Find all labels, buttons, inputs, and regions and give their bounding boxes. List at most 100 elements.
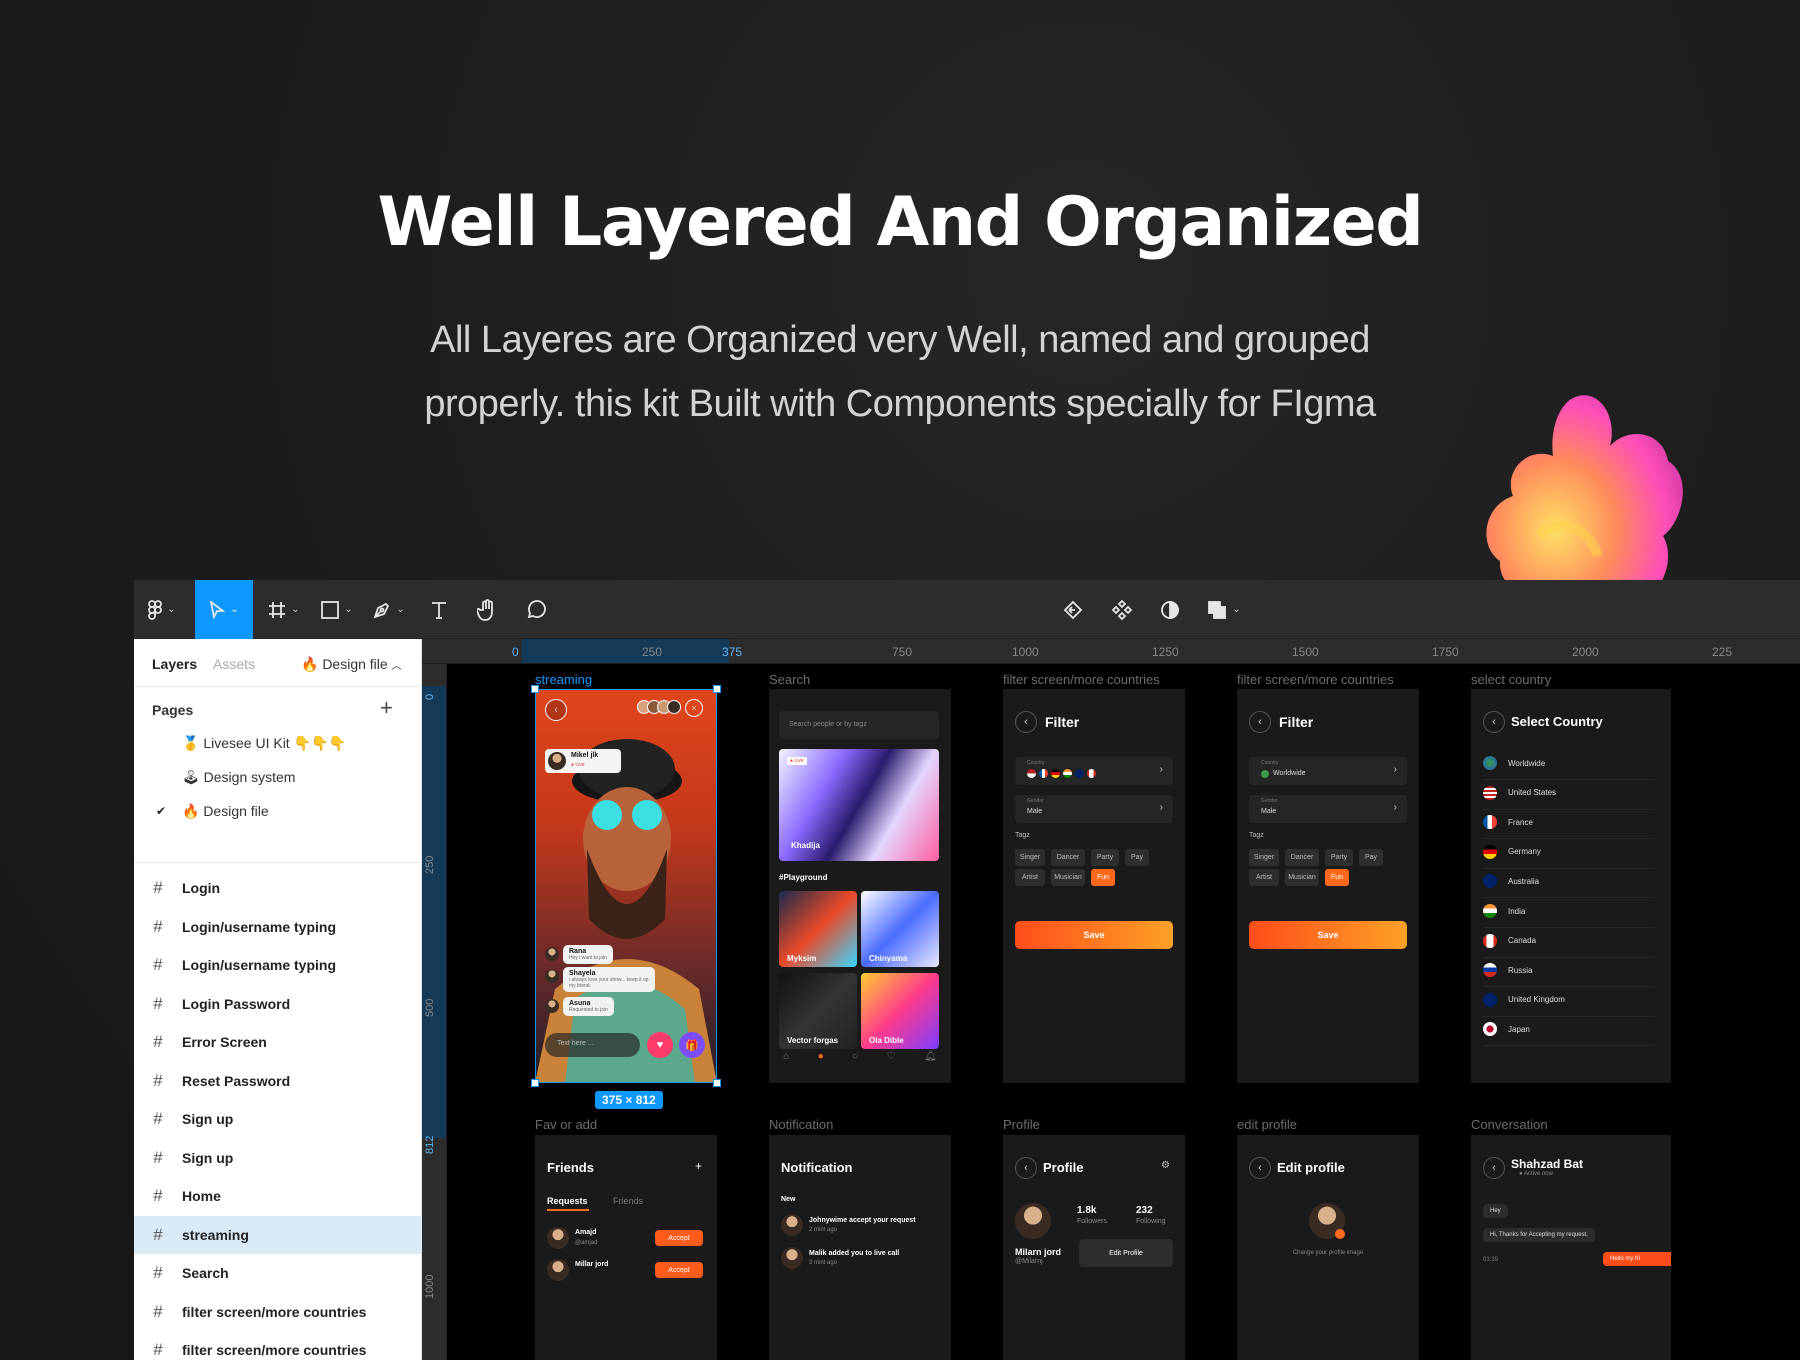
figma-menu-icon[interactable]: ⌄	[142, 580, 182, 639]
frame-label[interactable]: edit profile	[1237, 1117, 1297, 1132]
tab-layers[interactable]: Layers	[152, 656, 197, 672]
shape-tool-icon[interactable]: ⌄	[314, 580, 360, 639]
tab-requests[interactable]: Requests	[547, 1196, 588, 1206]
country-row[interactable]: United States	[1483, 777, 1655, 810]
contrast-icon[interactable]	[1152, 580, 1188, 639]
country-row[interactable]: France	[1483, 806, 1655, 840]
home-icon[interactable]: ⌂	[783, 1051, 789, 1062]
tag-chip[interactable]: Artist	[1249, 869, 1279, 886]
tab-assets[interactable]: Assets	[213, 656, 255, 672]
layer-item[interactable]: # Sign up	[134, 1139, 422, 1177]
canvas[interactable]: streaming Search filter screen/more countr…	[447, 664, 1800, 1360]
tag-chip[interactable]: Pay	[1125, 849, 1149, 866]
frame-label[interactable]: Profile	[1003, 1117, 1040, 1132]
frame-notification[interactable]: Notification New Johnywime accept your r…	[769, 1135, 951, 1360]
bell-icon[interactable]: 🔔︎	[924, 1051, 937, 1062]
country-row[interactable]: United Kingdom	[1483, 984, 1655, 1017]
accept-button[interactable]: Accept	[655, 1230, 703, 1246]
gender-field[interactable]: Gender Male ›	[1015, 795, 1173, 823]
resize-handle[interactable]	[713, 1079, 721, 1087]
stream-card[interactable]: Chinyama	[861, 891, 939, 967]
frame-label[interactable]: Search	[769, 672, 810, 687]
frame-filter-1[interactable]: ‹ Filter Country › Gender Male › Tagz Sa…	[1003, 689, 1185, 1083]
heart-icon[interactable]: ♡	[887, 1051, 896, 1062]
page-item[interactable]: 🕹 Design system	[182, 769, 295, 786]
country-row[interactable]: India	[1483, 895, 1655, 928]
layer-item[interactable]: # Login/username typing	[134, 946, 422, 984]
layer-item[interactable]: # Search	[134, 1254, 422, 1292]
layer-item[interactable]: # filter screen/more countries	[134, 1293, 422, 1331]
add-friend-icon[interactable]: +	[695, 1159, 702, 1173]
country-row[interactable]: Worldwide	[1483, 747, 1655, 780]
page-item[interactable]: 🥇 Livesee UI Kit 👇👇👇	[182, 735, 346, 752]
hand-tool-icon[interactable]	[467, 580, 507, 639]
frame-select-country[interactable]: ‹ Select Country Worldwide United States F…	[1471, 689, 1671, 1083]
featured-stream-card[interactable]: ● Live Khadija	[779, 749, 939, 861]
back-icon[interactable]: ‹	[1015, 711, 1037, 733]
components-icon[interactable]	[1104, 580, 1140, 639]
layer-item[interactable]: # Login	[134, 869, 422, 907]
pen-tool-icon[interactable]: ⌄	[366, 580, 412, 639]
frame-friends[interactable]: Friends + Requests Friends Amajd @amjad Ac…	[535, 1135, 717, 1360]
frame-conversation[interactable]: ‹ Shahzad Bat ● Active now Hey Hi, Thank…	[1471, 1135, 1671, 1360]
resize-handle[interactable]	[531, 1079, 539, 1087]
frame-label[interactable]: Conversation	[1471, 1117, 1548, 1132]
tag-chip[interactable]: Artist	[1015, 869, 1045, 886]
resize-handle[interactable]	[531, 685, 539, 693]
frame-edit-profile[interactable]: ‹ Edit profile Change your profile image	[1237, 1135, 1419, 1360]
layer-item[interactable]: # Sign up	[134, 1100, 422, 1138]
back-icon[interactable]: ‹	[1483, 711, 1505, 733]
frame-filter-2[interactable]: ‹ Filter Country Worldwide › Gender Male…	[1237, 689, 1419, 1083]
frame-profile[interactable]: ‹ Profile ⚙ 1.8k Followers 232 Following…	[1003, 1135, 1185, 1360]
tag-chip[interactable]: Fun	[1091, 869, 1115, 886]
layer-item[interactable]: # Login/username typing	[134, 908, 422, 946]
text-tool-icon[interactable]	[421, 580, 457, 639]
country-row[interactable]: Canada	[1483, 925, 1655, 958]
layer-item[interactable]: # Error Screen	[134, 1023, 422, 1061]
frame-label[interactable]: streaming	[535, 672, 592, 687]
tag-chip[interactable]: Singer	[1249, 849, 1279, 866]
chat-icon[interactable]: ○	[852, 1051, 858, 1062]
tag-chip[interactable]: Party	[1091, 849, 1119, 866]
tag-chip[interactable]: Musician	[1051, 869, 1085, 886]
save-button[interactable]: Save	[1015, 921, 1173, 949]
layer-item[interactable]: # Login Password	[134, 985, 422, 1023]
component-reset-icon[interactable]	[1055, 580, 1091, 639]
frame-label[interactable]: Fav or add	[535, 1117, 597, 1132]
stream-card[interactable]: Vector forgas	[779, 973, 857, 1049]
back-icon[interactable]: ‹	[1249, 1157, 1271, 1179]
save-button[interactable]: Save	[1249, 921, 1407, 949]
search-input[interactable]: Search people or by tagz	[779, 711, 939, 739]
layer-item[interactable]: # streaming	[134, 1215, 422, 1254]
stream-card[interactable]: Ola Dible	[861, 973, 939, 1049]
country-field[interactable]: Country Worldwide ›	[1249, 757, 1407, 785]
country-row[interactable]: Germany	[1483, 836, 1655, 869]
tag-chip[interactable]: Singer	[1015, 849, 1045, 866]
accept-button[interactable]: Accept	[655, 1262, 703, 1278]
country-row[interactable]: Russia	[1483, 954, 1655, 988]
live-icon[interactable]: ●	[818, 1051, 824, 1062]
frame-search[interactable]: Search people or by tagz ● Live Khadija …	[769, 689, 951, 1083]
frame-label[interactable]: Notification	[769, 1117, 833, 1132]
tag-chip[interactable]: Party	[1325, 849, 1353, 866]
back-icon[interactable]: ‹	[1249, 711, 1271, 733]
tag-chip[interactable]: Fun	[1325, 869, 1349, 886]
frame-tool-icon[interactable]: ⌄	[261, 580, 307, 639]
layer-item[interactable]: # Reset Password	[134, 1062, 422, 1100]
tag-chip[interactable]: Dancer	[1051, 849, 1085, 866]
frame-label[interactable]: filter screen/more countries	[1003, 672, 1160, 687]
page-item[interactable]: 🔥 Design file	[182, 803, 269, 820]
layer-item[interactable]: # Home	[134, 1177, 422, 1215]
boolean-icon[interactable]: ⌄	[1200, 580, 1248, 639]
add-page-icon[interactable]: +	[380, 695, 393, 721]
back-icon[interactable]: ‹	[1015, 1157, 1037, 1179]
resize-handle[interactable]	[713, 685, 721, 693]
comment-tool-icon[interactable]	[516, 580, 556, 639]
tag-chip[interactable]: Pay	[1359, 849, 1383, 866]
country-field[interactable]: Country ›	[1015, 757, 1173, 785]
frame-label[interactable]: filter screen/more countries	[1237, 672, 1394, 687]
move-tool-icon[interactable]: ⌄	[195, 580, 253, 639]
tag-chip[interactable]: Dancer	[1285, 849, 1319, 866]
gender-field[interactable]: Gender Male ›	[1249, 795, 1407, 823]
country-row[interactable]: Australia	[1483, 865, 1655, 899]
